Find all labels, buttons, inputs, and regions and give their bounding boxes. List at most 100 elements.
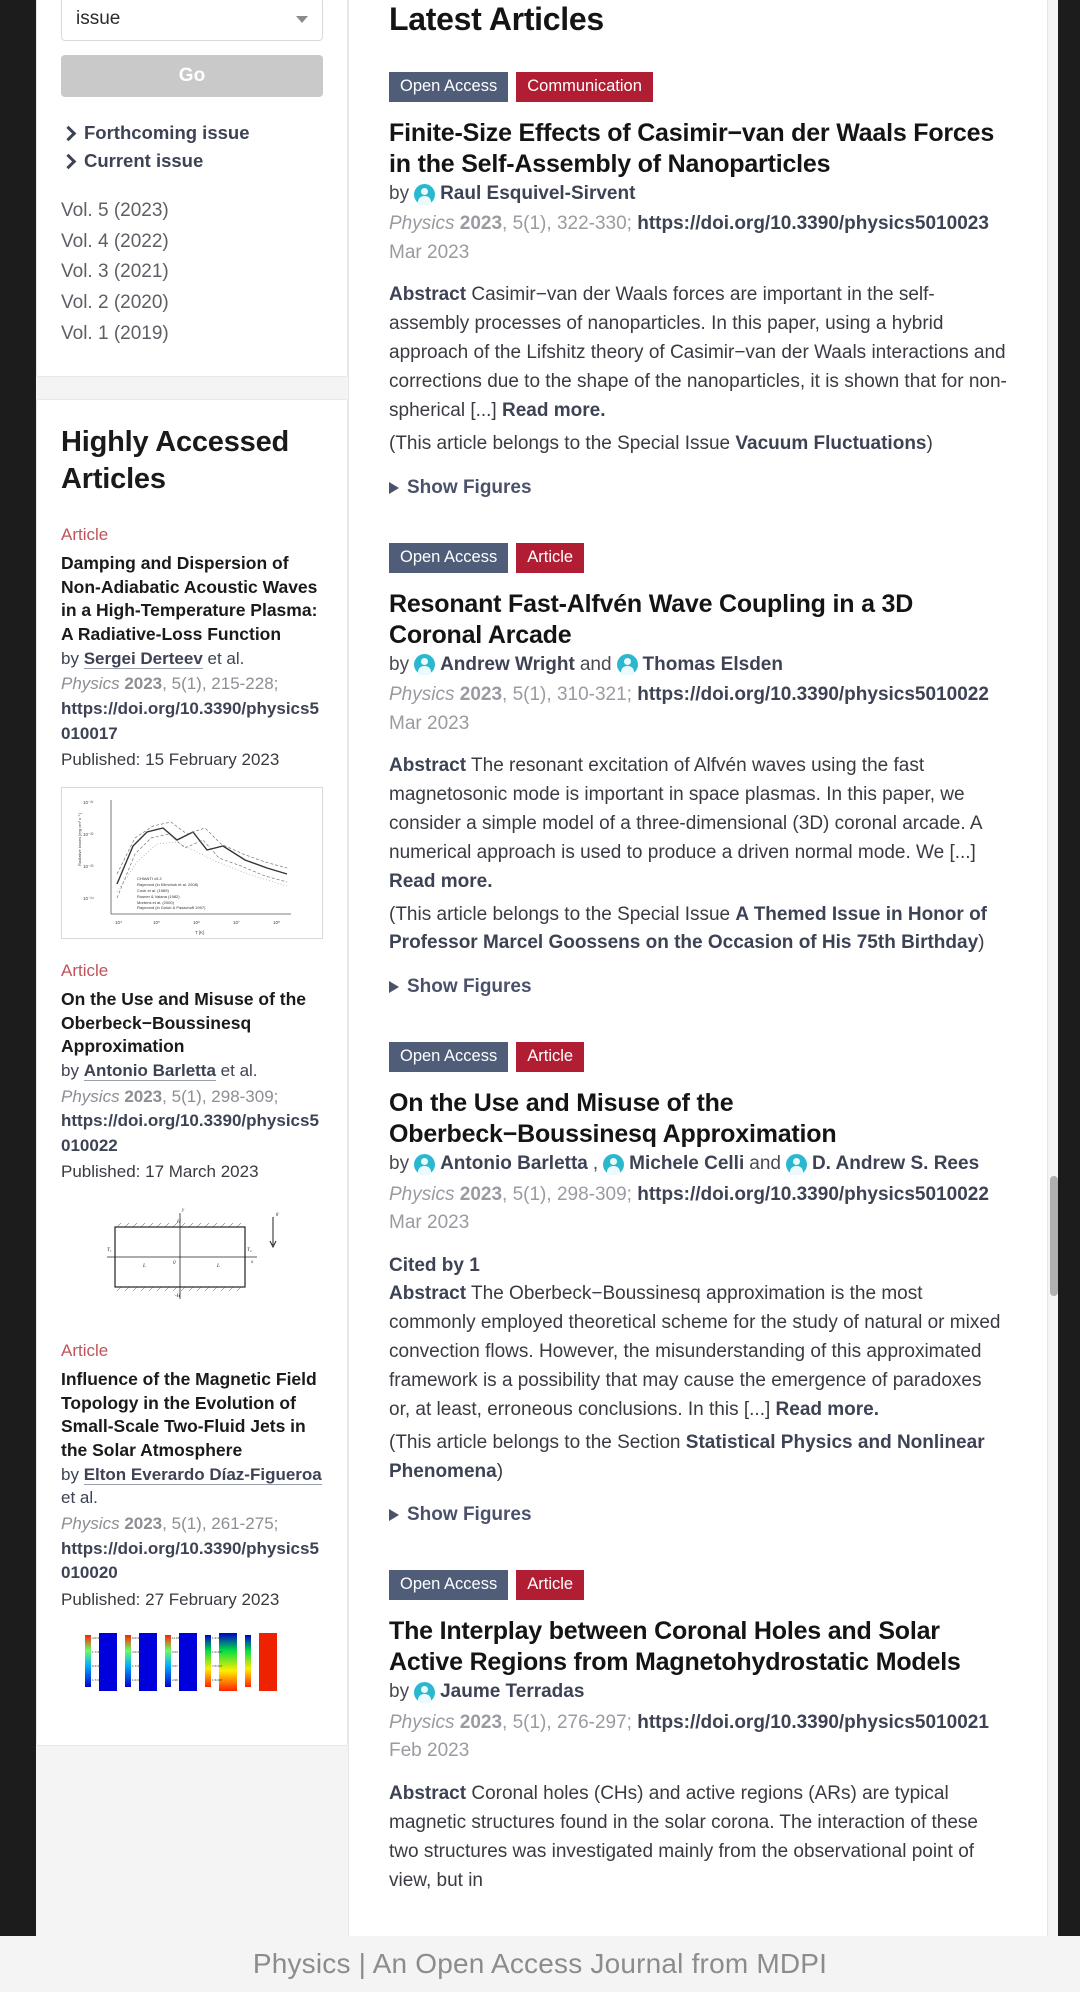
article-title[interactable]: Resonant Fast-Alfvén Wave Coupling in a … [389,590,913,649]
show-figures-button[interactable]: Show Figures [389,976,1007,998]
svg-text:10⁶: 10⁶ [193,920,200,925]
sidebar-link-forthcoming-issue[interactable]: Forthcoming issue [60,121,323,145]
sidebar-article-figure[interactable]: 4.0×10⁻³ 1.7×10⁻³ 6.2×10⁻⁴ 1.7×10⁻⁴ 9.0×10… [61,1626,323,1697]
article-type-badge[interactable]: Article [516,1570,585,1601]
open-access-badge[interactable]: Open Access [389,1570,509,1601]
show-figures-label: Show Figures [407,976,532,998]
sidebar-link-current-issue[interactable]: Current issue [60,149,323,173]
footer-title: Physics | An Open Access Journal from MD… [252,1948,828,1979]
svg-text:5.07: 5.07 [172,1664,178,1668]
article-type-badge[interactable]: Communication [516,72,653,102]
journal-name: Physics [61,1514,120,1534]
sidebar-article-doi[interactable]: https://doi.org/10.3390/physics5010020 [61,1539,319,1583]
volume-item[interactable]: Vol. 2 (2020) [61,292,169,313]
belongs-suffix: ) [926,432,933,454]
issue-select[interactable]: issue [61,0,323,41]
author-avatar-icon [785,1154,807,1176]
vertical-scrollbar-thumb[interactable] [1050,1176,1058,1296]
sidebar-article-item: Article On the Use and Misuse of the Obe… [61,961,323,1320]
issue-navigation-card: issue Go Forthcoming issue Current issue [36,0,348,377]
svg-text:1.7×10⁻⁴: 1.7×10⁻⁴ [92,1678,105,1682]
abstract-label: Abstract [389,755,467,777]
svg-text:10⁻²¹: 10⁻²¹ [83,800,94,805]
article-doi[interactable]: https://doi.org/10.3390/physics5010021 [637,1712,989,1733]
sidebar-article-citation: Physics 2023, 5(1), 298-309; [61,1086,279,1106]
open-access-badge[interactable]: Open Access [389,72,509,102]
sidebar-article-title[interactable]: On the Use and Misuse of the Oberbeck−Bo… [61,989,306,1056]
read-more-link[interactable]: Read more. [776,1399,879,1420]
page-title: Latest Articles [389,1,604,37]
svg-text:L: L [216,1264,220,1269]
journal-volume-issue: 5(1), 310-321; [512,684,632,706]
abstract-text: The resonant excitation of Alfvén waves … [389,755,982,863]
highly-accessed-heading: Highly Accessed Articles [61,425,290,496]
sidebar-article-byline: by Antonio Barletta et al. [61,1059,323,1083]
author-link[interactable]: Andrew Wright [440,651,575,680]
article-section-note: (This article belongs to the Special Iss… [389,901,1007,959]
triangle-right-icon [389,981,399,994]
article-kind-label: Article [61,525,109,545]
volume-item[interactable]: Vol. 1 (2019) [61,323,169,344]
svg-text:Rosner & Vaiana (1982): Rosner & Vaiana (1982) [137,894,180,899]
sidebar-article-byline: by Elton Everardo Díaz-Figueroa et al. [61,1463,323,1511]
belongs-prefix: (This article belongs to the Special Iss… [389,432,736,454]
author-avatar-icon [603,1154,625,1176]
article-byline: by Andrew Wright and Thomas Elsden [389,651,1007,680]
show-figures-button[interactable]: Show Figures [389,477,1007,499]
sidebar-article-title[interactable]: Damping and Dispersion of Non-Adiabatic … [61,553,317,644]
go-button[interactable]: Go [61,55,323,97]
sidebar-author-link[interactable]: Antonio Barletta [83,1060,216,1081]
highly-accessed-card: Highly Accessed Articles Article Damping… [36,398,348,1746]
svg-text:T₁: T₁ [107,1248,112,1253]
article-entry: Open Access Communication Finite-Size Ef… [389,72,1007,499]
show-figures-label: Show Figures [407,1504,532,1526]
special-issue-link[interactable]: Vacuum Fluctuations [735,433,926,454]
open-access-badge[interactable]: Open Access [389,1042,509,1073]
show-figures-button[interactable]: Show Figures [389,1504,1007,1526]
article-title[interactable]: Finite-Size Effects of Casimir−van der W… [389,119,994,178]
by-prefix: by [61,1464,79,1484]
by-prefix: by [389,1153,410,1175]
volume-item[interactable]: Vol. 4 (2022) [61,231,169,252]
author-link[interactable]: D. Andrew S. Rees [812,1150,979,1179]
sidebar-author-link[interactable]: Sergei Derteev [83,648,203,669]
by-prefix: by [61,1060,79,1080]
article-title[interactable]: The Interplay between Coronal Holes and … [389,1617,961,1676]
read-more-link[interactable]: Read more. [389,871,492,892]
sidebar-article-figure[interactable]: 10⁻²¹ 10⁻²² 10⁻²³ 10⁻²⁴ 10⁴ 10⁵ 10⁶ 10⁷ … [61,786,323,939]
article-title[interactable]: On the Use and Misuse of the Oberbeck−Bo… [389,1089,837,1148]
triangle-right-icon [389,1509,399,1522]
author-link[interactable]: Thomas Elsden [643,651,783,680]
author-link[interactable]: Jaume Terradas [440,1678,584,1707]
article-type-badge[interactable]: Article [516,542,585,573]
main-content: Latest Articles Open Access Communicatio… [348,0,1048,1992]
sidebar-author-link[interactable]: Elton Everardo Díaz-Figueroa [83,1464,322,1485]
cited-by-link[interactable]: Cited by 1 [389,1255,480,1276]
article-type-badge[interactable]: Article [516,1042,585,1073]
sidebar-article-doi[interactable]: https://doi.org/10.3390/physics5010022 [61,1111,319,1155]
article-byline: by Raul Esquivel-Sirvent [389,180,1007,209]
article-entry: Open Access Article The Interplay betwee… [389,1570,1007,1895]
article-doi[interactable]: https://doi.org/10.3390/physics5010022 [637,1184,989,1205]
sidebar-article-doi[interactable]: https://doi.org/10.3390/physics5010017 [61,699,319,743]
svg-text:11.15: 11.15 [172,1636,180,1640]
show-figures-label: Show Figures [407,476,532,498]
article-doi[interactable]: https://doi.org/10.3390/physics5010022 [637,684,989,705]
read-more-link[interactable]: Read more. [502,400,605,421]
article-doi[interactable]: https://doi.org/10.3390/physics5010023 [637,213,989,234]
abstract-label: Abstract [389,1782,467,1804]
sidebar-article-figure[interactable]: y x 0 H -H T₁ T₂ L L g [61,1199,323,1320]
open-access-badge[interactable]: Open Access [389,542,509,573]
volume-item[interactable]: Vol. 5 (2023) [61,200,169,221]
author-link[interactable]: Antonio Barletta [440,1150,588,1179]
author-link[interactable]: Michele Celli [629,1150,744,1179]
belongs-suffix: ) [978,932,985,954]
sidebar-article-item: Article Damping and Dispersion of Non-Ad… [61,525,323,939]
journal-volume-issue: 5(1), 261-275; [171,1514,279,1534]
svg-text:1.7×10⁻³: 1.7×10⁻³ [92,1650,104,1654]
volume-item[interactable]: Vol. 3 (2021) [61,261,169,282]
sidebar-article-title[interactable]: Influence of the Magnetic Field Topology… [61,1369,317,1460]
journal-year: 2023 [459,213,503,235]
author-link[interactable]: Raul Esquivel-Sirvent [440,180,635,209]
article-entry: Open Access Article Resonant Fast-Alfvén… [389,542,1007,999]
